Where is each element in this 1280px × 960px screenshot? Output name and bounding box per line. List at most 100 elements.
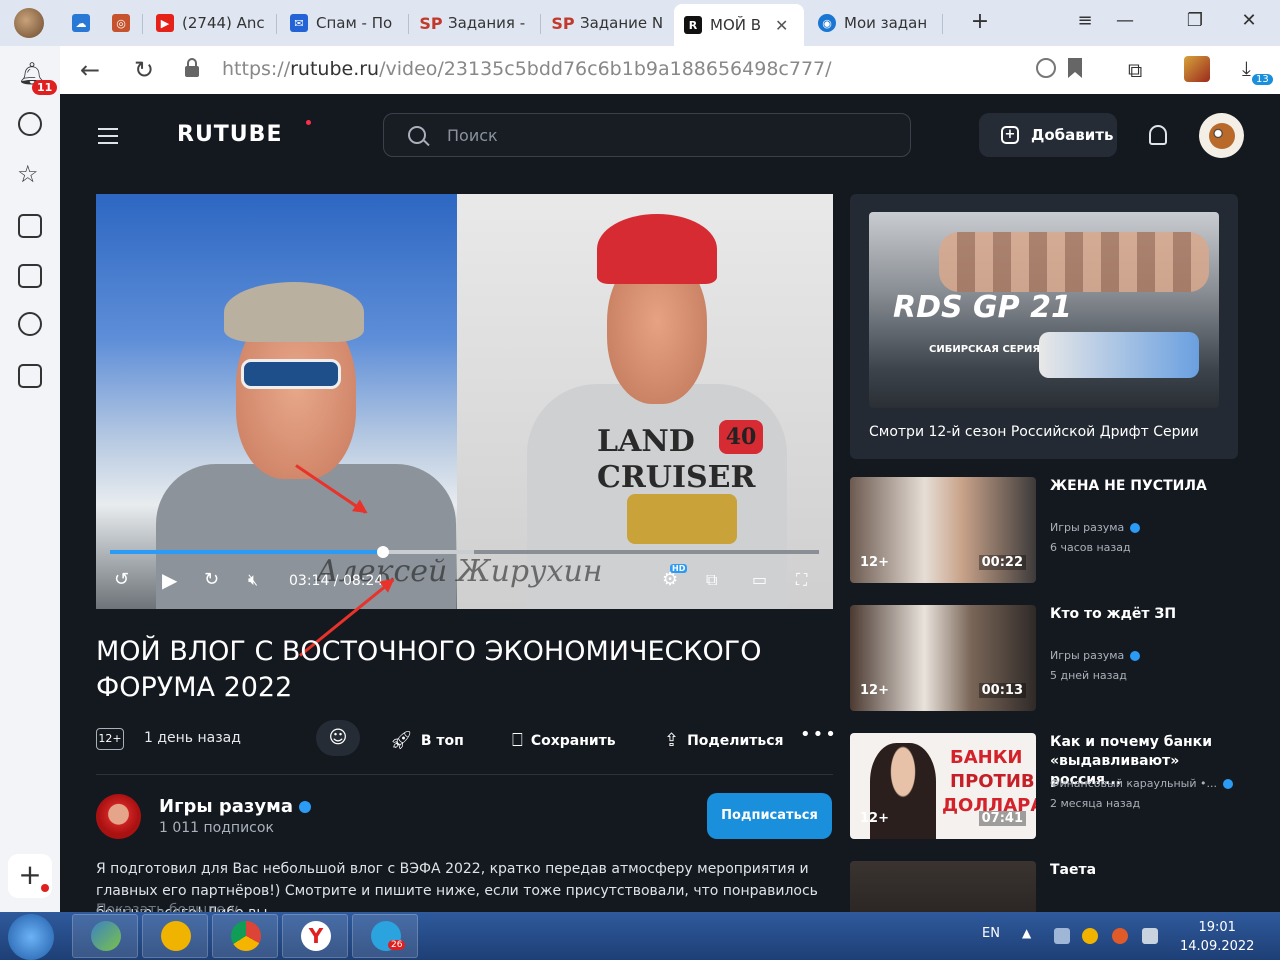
profile-avatar[interactable] <box>14 8 44 38</box>
network-tray-icon[interactable] <box>1054 928 1070 944</box>
video-player[interactable]: LAND CRUISER 40 Алексей Жирухин ↺ ▶ ↻ 🔇︎… <box>96 194 833 609</box>
share-icon: ⇪ <box>664 730 680 751</box>
tab-mail[interactable]: ✉ Спам - По <box>280 6 408 40</box>
taskbar-app-chrome[interactable] <box>212 914 278 958</box>
save-button[interactable]: ⎕ Сохранить <box>512 730 616 751</box>
rec-age: 12+ <box>860 555 889 570</box>
rutube-logo[interactable]: RUTUBE <box>177 122 282 147</box>
url-field[interactable]: https://rutube.ru/video/23135c5bdd76c6b1… <box>222 58 832 80</box>
menu-burger-icon[interactable] <box>98 128 118 144</box>
recommendation-item[interactable]: БАНКИ ПРОТИВ ДОЛЛАРА 12+ 07:41 Как и поч… <box>850 733 1238 839</box>
star-icon[interactable]: ☆ <box>17 160 39 188</box>
play-icon[interactable]: ▶ <box>162 568 177 592</box>
channel-name-row[interactable]: Игры разума <box>159 796 311 817</box>
search-input[interactable]: Поиск <box>383 113 911 157</box>
sidebar-add-button[interactable]: + <box>8 854 52 898</box>
browser-tab-bar: ☁ ◎ ▶ (2744) Anc ✉ Спам - По SP Задания … <box>0 0 1280 46</box>
promo-card[interactable]: RDS GP 21 СИБИРСКАЯ СЕРИЯ Смотри 12-й се… <box>850 194 1238 459</box>
theater-mode-icon[interactable]: ▭ <box>752 568 767 592</box>
owl-icon <box>1208 122 1235 149</box>
collections-icon[interactable] <box>18 214 42 238</box>
fullscreen-icon[interactable]: ⛶ <box>796 568 807 592</box>
tab-extension[interactable]: ◎ <box>102 6 142 40</box>
coin-tray-icon[interactable] <box>1082 928 1098 944</box>
age-rating-badge: 12+ <box>96 728 124 750</box>
emoji-add-icon: ☺ <box>328 727 348 748</box>
volume-tray-icon[interactable] <box>1142 928 1158 944</box>
close-icon[interactable]: ✕ <box>775 16 788 35</box>
zen-icon[interactable] <box>18 264 42 288</box>
thumb-text: БАНКИ <box>950 747 1023 768</box>
rec-channel: Финансовый караульный •... <box>1050 777 1217 790</box>
top-button[interactable]: 🚀︎ В топ <box>390 730 464 751</box>
bookmark-icon[interactable] <box>1068 58 1082 78</box>
window-close-icon[interactable]: ✕ <box>1234 10 1264 31</box>
subscribe-button[interactable]: Подписаться <box>707 793 832 839</box>
chrome-icon <box>231 921 261 951</box>
show-more-link[interactable]: Показать больше ∨ <box>96 902 240 912</box>
tab-sp-tasks[interactable]: SP Задания - <box>412 6 538 40</box>
progress-handle[interactable] <box>376 546 389 558</box>
taskbar-app-coin[interactable] <box>142 914 208 958</box>
play-circle-icon[interactable] <box>18 312 42 336</box>
tab-separator <box>540 14 541 34</box>
taskbar-app-telegram[interactable] <box>352 914 418 958</box>
start-button[interactable] <box>8 914 54 960</box>
minimize-icon[interactable]: — <box>1110 10 1140 31</box>
restore-icon[interactable]: ❐ <box>1180 10 1210 31</box>
mute-icon[interactable]: 🔇︎ <box>248 568 258 592</box>
promo-thumbnail: RDS GP 21 СИБИРСКАЯ СЕРИЯ <box>869 212 1219 408</box>
back-icon[interactable]: ← <box>80 56 100 84</box>
clock-time: 19:01 <box>1198 920 1236 935</box>
rec-when: 2 месяца назад <box>1050 797 1141 810</box>
miniplayer-icon[interactable]: ⧉ <box>706 568 717 592</box>
screenshot-icon[interactable] <box>18 364 42 388</box>
rutube-page: RUTUBE Поиск + Добавить LAND CRUISER 40 <box>60 94 1280 912</box>
subscriber-count: 1 011 подписок <box>159 820 274 836</box>
history-icon[interactable] <box>18 112 42 136</box>
menu-icon[interactable]: ≡ <box>1070 10 1100 31</box>
notifications-bell-icon[interactable] <box>1149 125 1167 145</box>
taskbar-app-winrar[interactable] <box>72 914 138 958</box>
drift-cars <box>1039 332 1199 378</box>
recommendation-item[interactable]: Таета <box>850 861 1238 912</box>
language-indicator[interactable]: EN <box>982 926 1000 941</box>
reload-icon[interactable]: ↻ <box>134 56 154 84</box>
taskbar-app-yandex[interactable]: Y <box>282 914 348 958</box>
player-controls: ↺ ▶ ↻ 🔇︎ 03:14 / 08:24 ⚙ HD ⧉ ▭ ⛶ <box>96 564 833 598</box>
new-tab-button[interactable]: + <box>966 10 994 36</box>
tab-separator <box>276 14 277 34</box>
account-icon[interactable] <box>1184 56 1210 82</box>
clock[interactable]: 19:01 14.09.2022 <box>1180 918 1254 956</box>
share-button[interactable]: ⇪ Поделиться <box>664 730 784 751</box>
recommendation-item[interactable]: 12+ 00:13 Кто то ждёт ЗП Игры разума 5 д… <box>850 605 1238 711</box>
forward-10-icon[interactable]: ↻ <box>204 568 219 592</box>
tab-separator <box>942 14 943 34</box>
rec-when: 6 часов назад <box>1050 541 1131 554</box>
rewind-10-icon[interactable]: ↺ <box>114 568 129 592</box>
url-path: /video/23135c5bdd76c6b1b9a188656498c777/ <box>379 58 832 80</box>
extensions-icon[interactable]: ⧉ <box>1128 58 1142 82</box>
app-tray-icon[interactable] <box>1112 928 1128 944</box>
tab-cloud[interactable]: ☁ <box>62 6 102 40</box>
tab-rutube-active[interactable]: R МОЙ В ✕ <box>674 4 804 46</box>
add-video-button[interactable]: + Добавить <box>979 113 1117 157</box>
red-dot <box>41 884 49 892</box>
recommendation-item[interactable]: 12+ 00:22 ЖЕНА НЕ ПУСТИЛА Игры разума 6 … <box>850 477 1238 583</box>
user-avatar[interactable] <box>1199 113 1244 158</box>
tray-expand-icon[interactable]: ▲ <box>1022 926 1031 940</box>
channel-avatar[interactable] <box>96 794 141 839</box>
drivers-group <box>939 232 1209 292</box>
download-icon[interactable]: ⤓ <box>1242 56 1251 80</box>
reaction-button[interactable]: ☺ <box>316 720 360 756</box>
shirt-number: 40 <box>719 420 763 454</box>
rec-thumbnail: БАНКИ ПРОТИВ ДОЛЛАРА 12+ 07:41 <box>850 733 1036 839</box>
more-options-icon[interactable]: ••• <box>800 724 838 745</box>
extension-icon: ◎ <box>112 14 130 32</box>
lock-icon[interactable] <box>184 58 200 78</box>
add-label: Добавить <box>1031 126 1114 144</box>
tab-my-tasks[interactable]: ◉ Мои задан <box>808 6 934 40</box>
tab-youtube[interactable]: ▶ (2744) Anc <box>146 6 274 40</box>
chat-bubble-icon[interactable] <box>1036 58 1056 78</box>
tab-sp-task[interactable]: SP Задание N <box>544 6 670 40</box>
